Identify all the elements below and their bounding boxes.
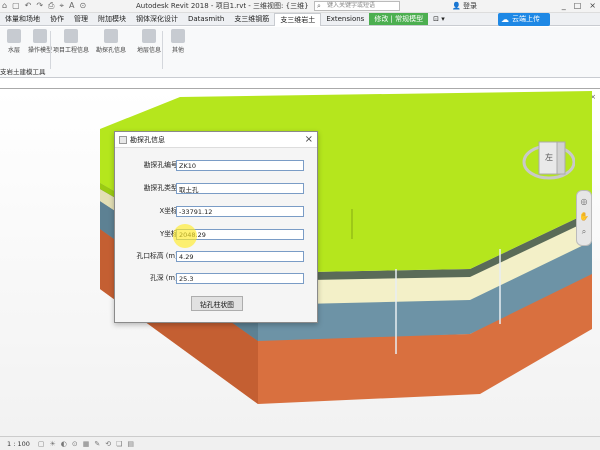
cloud-upload-label: 云端上传 — [512, 15, 540, 23]
tab-datasmith[interactable]: Datasmith — [183, 13, 229, 25]
field-collar-elevation: 孔口标高 (m): — [115, 251, 319, 262]
dialog-title: 勘探孔信息 — [130, 136, 165, 144]
search-input[interactable]: ⌕ 键入关键字或短语 — [314, 1, 400, 11]
tab-massing-site[interactable]: 体量和场地 — [0, 13, 45, 25]
view-cube-face-label: 左 — [545, 153, 553, 162]
x-coordinate-input[interactable] — [176, 206, 304, 217]
ribbon-panel-title: 支岩土建模工具 — [0, 68, 46, 76]
other-icon — [171, 29, 185, 43]
tab-manage[interactable]: 管理 — [69, 13, 93, 25]
borehole-info-icon — [104, 29, 118, 43]
tab-modify-generic-model[interactable]: 修改 | 常规模型 — [369, 13, 429, 25]
stratum-info-button[interactable]: 地层信息 — [134, 29, 164, 54]
close-button[interactable]: × — [589, 0, 596, 12]
status-bar: 1 : 100 ▢ ☀ ◐ ⊙ ▦ ✎ ⟲ ❏ ▤ — [0, 436, 600, 450]
search-icon: ⌕ — [317, 2, 321, 10]
sun-path-icon[interactable]: ☀ — [50, 440, 56, 448]
ribbon-group-other: 其他 — [166, 29, 190, 54]
measure-icon[interactable]: ⌖ — [59, 1, 64, 11]
cloud-upload-button[interactable]: ☁ 云端上传 — [498, 13, 550, 26]
borehole-type-label: 勘探孔类型: — [143, 184, 180, 192]
collar-elevation-label: 孔口标高 (m): — [136, 252, 180, 260]
open-icon[interactable]: ▢ — [12, 1, 20, 11]
borehole-column-chart-button[interactable]: 钻孔柱状图 — [191, 296, 243, 311]
borehole-info-label: 勘探孔信息 — [95, 47, 126, 54]
other-button[interactable]: 其他 — [166, 29, 190, 54]
ribbon-group-layers: 水层 操作模型 — [2, 29, 52, 54]
field-x-coordinate: X坐标: — [115, 206, 319, 217]
shadows-icon[interactable]: ◐ — [61, 440, 67, 448]
print-icon[interactable]: ⎙ — [48, 1, 54, 11]
worksharing-icon[interactable]: ❏ — [116, 440, 122, 448]
steering-wheel-icon[interactable]: ◎ — [577, 197, 591, 206]
operate-model-icon — [33, 29, 47, 43]
field-borehole-type: 勘探孔类型: — [115, 183, 319, 194]
field-hole-depth: 孔深 (m): — [115, 273, 319, 284]
navigation-bar: ◎ ✋ ⌕ — [576, 190, 592, 246]
login-link[interactable]: 👤 登录 — [452, 1, 477, 11]
y-coordinate-input[interactable] — [176, 229, 304, 240]
tab-steel-detailing[interactable]: 钢体深化设计 — [131, 13, 183, 25]
borehole-id-label: 勘探孔编号: — [143, 161, 180, 169]
stratum-info-label: 地层信息 — [136, 47, 161, 54]
home-icon[interactable]: ⌂ — [2, 1, 7, 11]
minimize-button[interactable]: _ — [562, 0, 566, 12]
dialog-app-icon — [119, 136, 127, 144]
zoom-icon[interactable]: ⌕ — [577, 227, 591, 237]
field-y-coordinate: Y坐标: — [115, 229, 319, 240]
cloud-icon: ☁ — [501, 15, 509, 24]
login-label: 登录 — [462, 2, 477, 10]
borehole-info-dialog: 勘探孔信息 × 勘探孔编号: 勘探孔类型: X坐标: Y坐标: 孔口标高 (m)… — [114, 131, 318, 323]
window-controls: _ □ × — [562, 0, 596, 12]
tab-addins[interactable]: 附加模块 — [93, 13, 131, 25]
borehole-info-button[interactable]: 勘探孔信息 — [94, 29, 128, 54]
project-info-label: 项目工程信息 — [53, 47, 90, 54]
quick-access-toolbar: ⌂ ▢ ↶ ↷ ⎙ ⌖ A ⊙ — [2, 1, 86, 11]
view-icon[interactable]: ⊙ — [79, 1, 86, 11]
tab-geotech-3d[interactable]: 支三维岩土 — [274, 12, 322, 26]
pan-icon[interactable]: ✋ — [577, 212, 591, 221]
crop-view-icon[interactable]: ▦ — [83, 440, 90, 448]
ribbon-panel: 水层 操作模型 项目工程信息 勘探孔信息 地层信息 其他 支岩土建模工具 — [0, 27, 600, 78]
borehole-type-input[interactable] — [176, 183, 304, 194]
stratum-info-icon — [142, 29, 156, 43]
undo-icon[interactable]: ↶ — [25, 1, 32, 11]
borehole-id-input[interactable] — [176, 160, 304, 171]
collar-elevation-input[interactable] — [176, 251, 304, 262]
water-layer-label: 水层 — [7, 47, 20, 54]
tab-rebar-3d[interactable]: 支三维钢筋 — [229, 13, 274, 25]
maximize-button[interactable]: □ — [574, 0, 582, 12]
text-icon[interactable]: A — [69, 1, 74, 11]
dialog-title-bar: 勘探孔信息 × — [115, 132, 317, 148]
search-placeholder: 键入关键字或短语 — [327, 2, 376, 9]
detail-level-icon[interactable]: ▢ — [38, 440, 45, 448]
operate-model-label: 操作模型 — [28, 47, 53, 54]
tab-panel-toggle[interactable]: ⊡ ▾ — [428, 13, 450, 25]
ribbon-divider — [50, 31, 51, 69]
view-scale[interactable]: 1 : 100 — [7, 440, 30, 448]
redo-icon[interactable]: ↷ — [36, 1, 43, 11]
dialog-close-button[interactable]: × — [305, 133, 313, 147]
water-layer-icon — [7, 29, 21, 43]
user-icon: 👤 — [452, 2, 463, 10]
ribbon-divider — [162, 31, 163, 69]
render-icon[interactable]: ⊙ — [72, 440, 78, 448]
analytical-model-icon[interactable]: ▤ — [127, 440, 134, 448]
tab-extensions[interactable]: Extensions — [321, 13, 369, 25]
field-borehole-id: 勘探孔编号: — [115, 160, 319, 171]
other-label: 其他 — [171, 47, 184, 54]
operate-model-button[interactable]: 操作模型 — [28, 29, 52, 54]
water-layer-button[interactable]: 水层 — [2, 29, 26, 54]
project-info-icon — [64, 29, 78, 43]
tab-collaborate[interactable]: 协作 — [45, 13, 69, 25]
window-title: Autodesk Revit 2018 - 项目1.rvt - 三维视图: {三… — [136, 2, 309, 10]
reveal-hidden-icon[interactable]: ⟲ — [105, 440, 111, 448]
ribbon-group-info: 项目工程信息 勘探孔信息 地层信息 — [53, 29, 164, 54]
project-info-button[interactable]: 项目工程信息 — [53, 29, 90, 54]
title-bar: ⌂ ▢ ↶ ↷ ⎙ ⌖ A ⊙ Autodesk Revit 2018 - 项目… — [0, 0, 600, 13]
hole-depth-input[interactable] — [176, 273, 304, 284]
temp-hide-icon[interactable]: ✎ — [94, 440, 100, 448]
